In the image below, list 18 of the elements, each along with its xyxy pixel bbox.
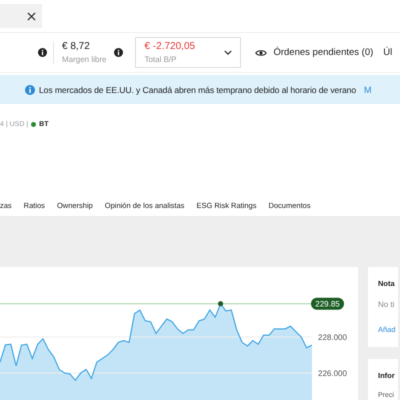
pl-dropdown[interactable]: € -2.720,05 Total B/P xyxy=(135,37,242,68)
search-field[interactable] xyxy=(0,4,42,28)
banner-text: Los mercados de EE.UU. y Canadá abren más temprano debido al horario de verano xyxy=(39,84,356,94)
info-icon[interactable] xyxy=(38,48,47,57)
info-icon xyxy=(25,84,35,94)
chevron-icon xyxy=(224,50,232,55)
card-text: No ti xyxy=(378,300,394,309)
axis-label: 228.000 xyxy=(318,333,347,342)
axis-label: 226.000 xyxy=(318,369,347,378)
info-icon[interactable] xyxy=(114,48,124,57)
close-icon[interactable] xyxy=(27,12,36,20)
metric-value: € 8,72 xyxy=(62,41,91,52)
eye-icon xyxy=(255,48,268,56)
nav-link[interactable]: Úl xyxy=(383,47,392,58)
pending-orders-link[interactable]: Órdenes pendientes (0) xyxy=(273,47,374,58)
metric-label: Margen libre xyxy=(62,55,106,64)
high-point xyxy=(218,301,224,306)
price-badge: 229.85 xyxy=(311,298,344,310)
